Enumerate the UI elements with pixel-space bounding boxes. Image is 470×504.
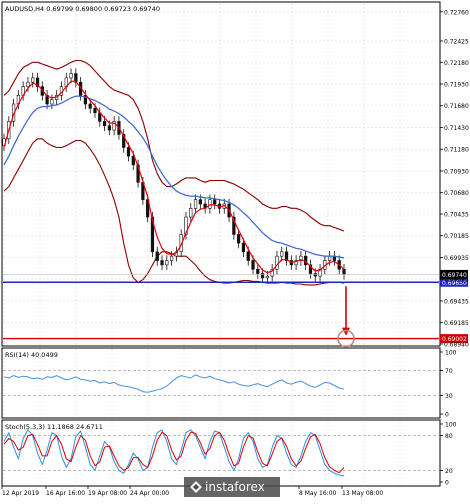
ema-slow-line [3,95,345,259]
price-tick-label: 0.72425 [444,38,469,45]
candle-body [102,121,107,127]
rsi-tick-label: 100 [445,350,457,357]
candle-body [256,268,260,274]
rsi-indicator [3,370,439,396]
rsi-tick-label: 0 [445,412,449,419]
price-chart-title: AUDUSD,H4 0.69799 0.69800 0.69723 0.6974… [5,5,160,13]
candle-body [275,255,279,270]
bollinger-bands [3,59,345,286]
stoch-tick-label: 80 [445,433,453,440]
candle-body [31,77,35,83]
price-tick-label: 0.71930 [444,82,469,89]
price-tick-label: 0.70680 [444,190,469,197]
instaforex-watermark: instaforex [184,477,280,497]
x-axis-label: 16 Apr 16:00 [46,490,85,497]
candle-body [241,242,246,253]
stoch-signal-line [3,431,345,474]
price-tick-label: 0.72760 [444,9,469,16]
rsi-title: RSI(14) 40.0499 [5,351,58,359]
candle-body [155,251,159,261]
candle-body [189,208,193,218]
price-tick-label: 0.69435 [444,298,469,305]
candle-body [160,260,164,266]
stoch-tick-label: 20 [445,468,453,475]
rsi-tick-label: 30 [445,393,453,400]
candle-body [107,125,111,131]
candle-body [251,260,255,270]
stoch-tick-label: 100 [445,422,457,429]
x-axis-label: 19 Apr 08:00 [88,490,127,497]
candle-body [213,199,217,205]
candle-body [313,273,317,277]
x-axis-label: 8 May 16:00 [299,490,337,497]
price-tick-label: 0.70185 [444,233,469,240]
trading-chart: 0.69650 0.69002 0.69740 0.72760 0.72425 0.72… [0,0,470,500]
rsi-tick-label: 70 [445,368,453,375]
candle-body [342,268,346,275]
price-tick-label: 0.69935 [444,255,469,262]
rsi-line [3,374,345,393]
bollinger-upper-line [3,59,345,232]
price-tick-label: 0.69185 [444,320,469,327]
stoch-main-line [3,429,345,477]
candle-body [246,251,250,261]
price-tick-label: 0.71430 [444,125,469,132]
candle-body [69,73,73,79]
candle-body [165,260,169,266]
candle-body [93,108,97,113]
grid-layer [3,3,439,485]
price-tick-label: 0.71680 [444,103,469,110]
candles [2,68,346,284]
candle-body [193,199,198,209]
candle-body [280,251,284,257]
price-tick-label: 0.70930 [444,168,469,175]
candle-body [50,99,54,105]
price-panel-frame [1,1,441,347]
bollinger-middle-line [3,95,345,259]
chart-canvas: 0.696500.690020.69740 0.727600.724250.72… [1,1,469,497]
stochastic-indicator [3,429,439,477]
price-tick-label: 0.72180 [444,60,469,67]
candle-body [328,255,332,261]
x-axis-label: 24 Apr 00:00 [130,490,169,497]
candle-body [208,199,212,209]
bollinger-lower-line [3,138,345,286]
rsi-panel-frame [1,347,441,419]
x-axis-label: 12 Apr 2019 [2,490,39,497]
price-tick-label: 0.68940 [444,342,469,349]
candle-body [265,275,269,279]
x-axis-label: 13 May 08:00 [342,490,383,497]
candle-body [88,103,92,109]
candle-body [237,234,241,244]
candle-body [169,255,174,261]
candle-body [126,147,131,157]
candle-body [198,199,202,205]
watermark-text: instaforex [205,480,265,494]
stoch-tick-label: 0 [445,480,449,487]
price-tick-label: 0.69685 [444,277,469,284]
moving-averages [3,80,345,274]
price-tick-label: 0.71180 [444,147,469,154]
stoch-title: Stoch(5,3,3) 11.1868 24.6711 [5,423,103,431]
price-tick-label: 0.70435 [444,212,469,219]
candle-body [26,81,30,87]
ema-fast-line [3,80,345,274]
